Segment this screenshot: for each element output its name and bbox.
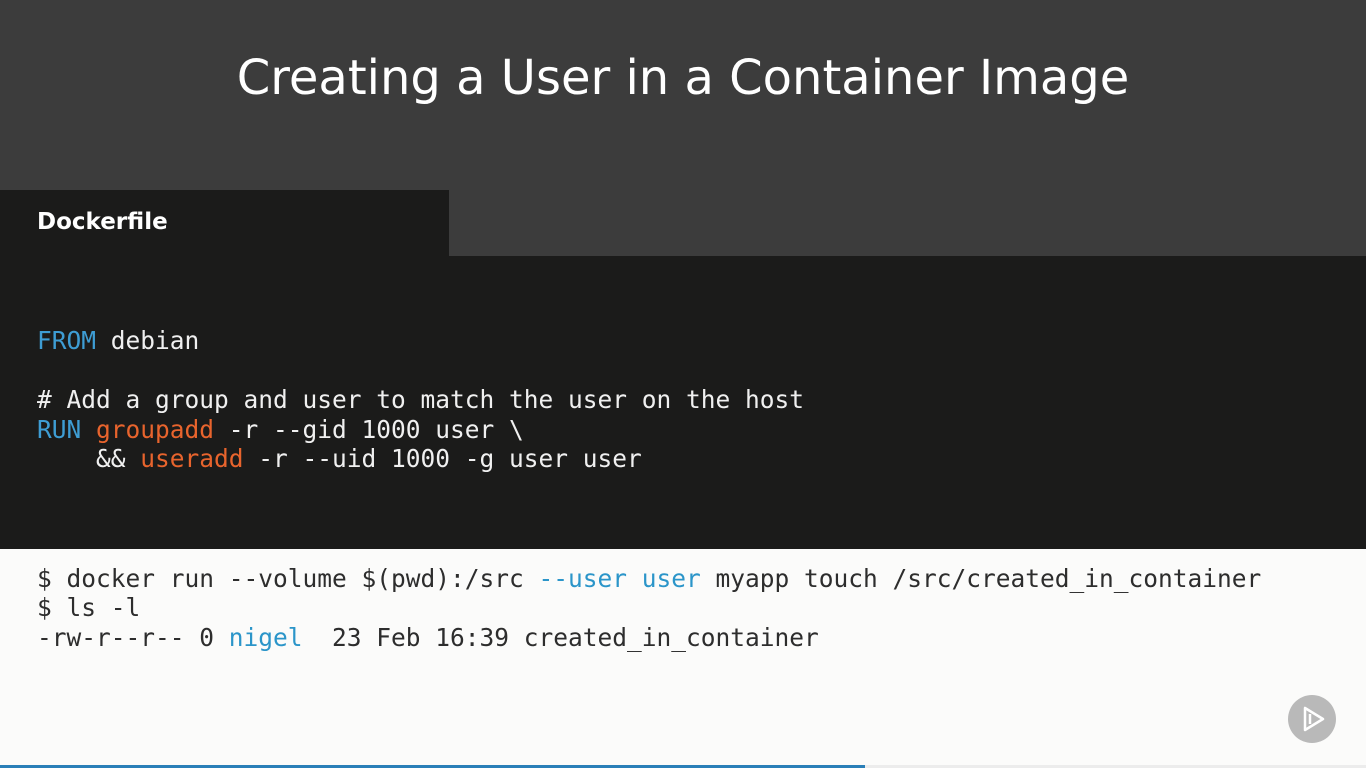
dockerfile-tab: Dockerfile: [0, 190, 449, 257]
file-permissions: -rw-r--r-- 0: [37, 623, 229, 652]
docker-run-suffix: myapp touch /src/created_in_container: [700, 564, 1262, 593]
terminal-line-docker-run: $ docker run --volume $(pwd):/src --user…: [37, 564, 1261, 594]
groupadd-args: -r --gid 1000 user \: [214, 415, 524, 444]
file-details: 23 Feb 16:39 created_in_container: [302, 623, 819, 652]
play-icon: [1303, 706, 1325, 732]
keyword-from: FROM: [37, 326, 97, 355]
command-groupadd: groupadd: [96, 415, 215, 444]
play-button[interactable]: [1288, 695, 1336, 743]
slide-title: Creating a User in a Container Image: [236, 50, 1130, 106]
terminal-line-ls: $ ls -l: [37, 593, 141, 622]
dockerfile-tab-label: Dockerfile: [37, 209, 168, 235]
docker-run-prefix: $ docker run --volume $(pwd):/src: [37, 564, 539, 593]
and-operator: &&: [37, 444, 141, 473]
useradd-args: -r --uid 1000 -g user user: [243, 444, 642, 473]
user-flag: --user user: [538, 564, 701, 593]
from-image: debian: [96, 326, 200, 355]
code-line-comment: # Add a group and user to match the user…: [37, 385, 805, 414]
file-owner: nigel: [228, 623, 303, 652]
terminal-line-ls-output: -rw-r--r-- 0 nigel 23 Feb 16:39 created_…: [37, 623, 819, 653]
code-line-run: RUN groupadd -r --gid 1000 user \: [37, 415, 524, 445]
code-line-useradd: && useradd -r --uid 1000 -g user user: [37, 444, 642, 474]
command-useradd: useradd: [140, 444, 244, 473]
code-line-from: FROM debian: [37, 326, 199, 356]
keyword-run: RUN: [37, 415, 82, 444]
